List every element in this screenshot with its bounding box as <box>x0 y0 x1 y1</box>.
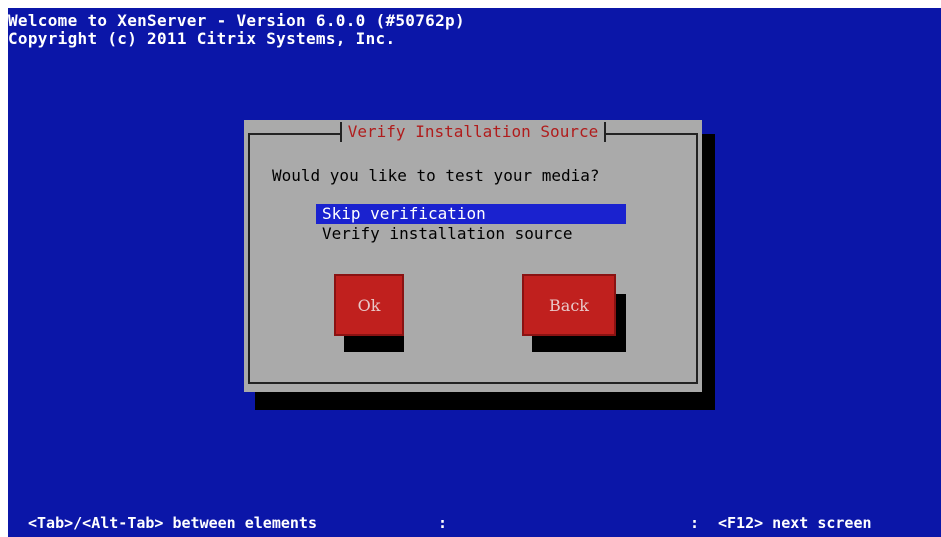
copyright-text: Copyright (c) 2011 Citrix Systems, Inc. <box>8 29 396 48</box>
dialog-title-wrap: Verify Installation Source <box>244 122 702 142</box>
status-tab-hint: <Tab>/<Alt-Tab> between elements <box>28 514 317 532</box>
option-verify-installation-source[interactable]: Verify installation source <box>316 224 626 244</box>
status-separator: : <box>690 514 700 532</box>
verification-option-list[interactable]: Skip verification Verify installation so… <box>316 204 626 244</box>
status-f12-hint: <F12> next screen <box>718 514 872 532</box>
title-bracket-right <box>604 122 607 142</box>
back-button[interactable]: Back <box>522 274 616 336</box>
dialog-title: Verify Installation Source <box>341 122 605 142</box>
status-bar: <Tab>/<Alt-Tab> between elements : : <F1… <box>8 509 941 537</box>
option-skip-verification[interactable]: Skip verification <box>316 204 626 224</box>
status-separator: : <box>438 514 448 532</box>
ok-button-label: Ok <box>357 295 381 315</box>
ok-button[interactable]: Ok <box>334 274 404 336</box>
back-button-label: Back <box>549 295 589 315</box>
installer-screen: Welcome to XenServer - Version 6.0.0 (#5… <box>8 8 941 537</box>
welcome-version-text: Welcome to XenServer - Version 6.0.0 (#5… <box>8 11 465 30</box>
dialog-question: Would you like to test your media? <box>272 166 600 185</box>
verify-source-dialog: Verify Installation Source Would you lik… <box>244 120 702 392</box>
